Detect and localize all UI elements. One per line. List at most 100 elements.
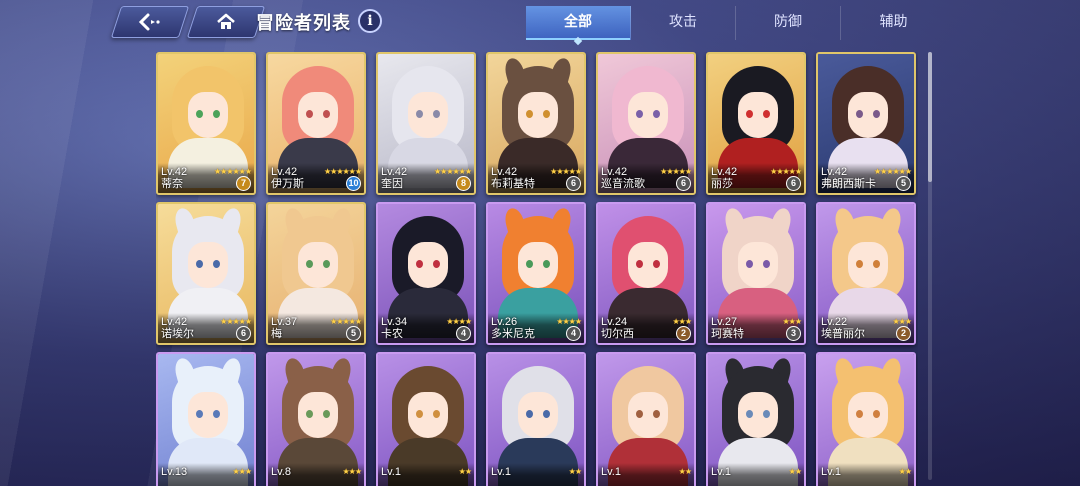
star-rating: ★★★★ — [446, 317, 472, 326]
face-shape — [518, 392, 558, 438]
eye-shape — [653, 110, 660, 118]
card-info-bar: Lv.1 ★★ — [598, 463, 694, 486]
tab-support[interactable]: 辅助 — [841, 6, 946, 40]
eye-shape — [746, 410, 753, 418]
card-info-bar: Lv.42 ★★★★★ 巡音流歌 6 — [598, 163, 694, 193]
rank-badge: 10 — [346, 176, 361, 191]
eye-shape — [433, 410, 440, 418]
top-bar: 冒险者列表 i 全部 攻击 防御 辅助 — [0, 0, 1080, 44]
adventurer-card[interactable]: Lv.42 ★★★★★★ 伊万斯 10 — [266, 52, 366, 195]
adventurer-card[interactable]: Lv.42 ★★★★★★ 奎因 8 — [376, 52, 476, 195]
rank-badge: 7 — [236, 176, 251, 191]
star-rating: ★★★★★★ — [213, 167, 252, 176]
eye-shape — [746, 260, 753, 268]
eye-shape — [763, 410, 770, 418]
eye-shape — [416, 260, 423, 268]
adventurer-card[interactable]: Lv.1 ★★ — [816, 352, 916, 486]
eye-shape — [856, 410, 863, 418]
eye-shape — [306, 260, 313, 268]
info-icon[interactable]: i — [358, 9, 382, 33]
level-label: Lv.1 — [821, 466, 841, 478]
eye-shape — [306, 110, 313, 118]
adventurer-card[interactable]: Lv.8 ★★★ — [266, 352, 366, 486]
adventurer-card[interactable]: Lv.37 ★★★★★ 梅 5 — [266, 202, 366, 345]
star-rating: ★★★★★ — [330, 317, 362, 326]
rank-badge: 4 — [456, 326, 471, 341]
star-rating: ★★★ — [892, 317, 911, 326]
card-info-bar: Lv.22 ★★★ 埃普丽尔 2 — [818, 313, 914, 343]
adventurer-card[interactable]: Lv.42 ★★★★★ 布莉基特 6 — [486, 52, 586, 195]
adventurer-card[interactable]: Lv.24 ★★★ 切尔西 2 — [596, 202, 696, 345]
adventurer-card[interactable]: Lv.42 ★★★★★ 诺埃尔 6 — [156, 202, 256, 345]
card-info-bar: Lv.42 ★★★★★ 丽莎 6 — [708, 163, 804, 193]
tab-attack[interactable]: 攻击 — [631, 6, 736, 40]
eye-shape — [636, 110, 643, 118]
adventurer-card[interactable]: Lv.1 ★★ — [486, 352, 586, 486]
eye-shape — [763, 260, 770, 268]
eye-shape — [323, 110, 330, 118]
star-rating: ★★★ — [342, 467, 361, 476]
star-rating: ★★★ — [672, 317, 691, 326]
card-info-bar: Lv.1 ★★ — [818, 463, 914, 486]
eye-shape — [196, 260, 203, 268]
star-rating: ★★★★★ — [660, 167, 692, 176]
card-info-bar: Lv.24 ★★★ 切尔西 2 — [598, 313, 694, 343]
adventurer-card[interactable]: Lv.1 ★★ — [596, 352, 696, 486]
card-info-bar: Lv.42 ★★★★★★ 伊万斯 10 — [268, 163, 364, 193]
home-icon — [217, 13, 235, 29]
adventurer-card[interactable]: Lv.42 ★★★★★ 丽莎 6 — [706, 52, 806, 195]
adventurer-name: 珂赛特 — [711, 327, 744, 340]
adventurer-card[interactable]: Lv.42 ★★★★★★ 弗朗西斯卡 5 — [816, 52, 916, 195]
card-info-bar: Lv.42 ★★★★★★ 弗朗西斯卡 5 — [818, 163, 914, 193]
star-rating: ★★★ — [782, 317, 801, 326]
card-info-bar: Lv.42 ★★★★★★ 蒂奈 7 — [158, 163, 254, 193]
adventurer-name: 切尔西 — [601, 327, 634, 340]
adventurer-card[interactable]: Lv.42 ★★★★★★ 蒂奈 7 — [156, 52, 256, 195]
rank-badge: 6 — [676, 176, 691, 191]
tab-defense[interactable]: 防御 — [736, 6, 841, 40]
card-info-bar: Lv.1 ★★ — [488, 463, 584, 486]
adventurer-card[interactable]: Lv.42 ★★★★★ 巡音流歌 6 — [596, 52, 696, 195]
eye-shape — [306, 410, 313, 418]
eye-shape — [526, 410, 533, 418]
home-button[interactable] — [186, 6, 266, 38]
eye-shape — [873, 260, 880, 268]
star-rating: ★★★★★★ — [873, 167, 912, 176]
eye-shape — [416, 410, 423, 418]
eye-shape — [196, 410, 203, 418]
card-info-bar: Lv.42 ★★★★★★ 奎因 8 — [378, 163, 474, 193]
face-shape — [628, 242, 668, 288]
adventurer-name: 多米尼克 — [491, 327, 535, 340]
card-info-bar: Lv.37 ★★★★★ 梅 5 — [268, 313, 364, 343]
face-shape — [738, 242, 778, 288]
adventurer-name: 布莉基特 — [491, 177, 535, 190]
face-shape — [518, 242, 558, 288]
back-arrow-icon — [138, 13, 160, 31]
card-info-bar: Lv.1 ★★ — [708, 463, 804, 486]
rank-badge: 6 — [566, 176, 581, 191]
eye-shape — [323, 260, 330, 268]
face-shape — [738, 92, 778, 138]
adventurer-name: 埃普丽尔 — [821, 327, 865, 340]
adventurer-card[interactable]: Lv.13 ★★★ — [156, 352, 256, 486]
star-rating: ★★★ — [232, 467, 251, 476]
star-rating: ★★★★★★ — [433, 167, 472, 176]
level-label: Lv.13 — [161, 466, 188, 478]
adventurer-card[interactable]: Lv.22 ★★★ 埃普丽尔 2 — [816, 202, 916, 345]
eye-shape — [213, 410, 220, 418]
adventurer-card[interactable]: Lv.26 ★★★★ 多米尼克 4 — [486, 202, 586, 345]
adventurer-card[interactable]: Lv.34 ★★★★ 卡农 4 — [376, 202, 476, 345]
tab-all[interactable]: 全部 — [526, 6, 631, 40]
face-shape — [408, 92, 448, 138]
face-shape — [408, 392, 448, 438]
adventurer-card[interactable]: Lv.27 ★★★ 珂赛特 3 — [706, 202, 806, 345]
adventurer-card[interactable]: Lv.1 ★★ — [376, 352, 476, 486]
scroll-thumb[interactable] — [928, 52, 932, 182]
rank-badge: 6 — [786, 176, 801, 191]
eye-shape — [856, 110, 863, 118]
filter-tabs: 全部 攻击 防御 辅助 — [526, 6, 946, 40]
back-button[interactable] — [110, 6, 190, 38]
eye-shape — [873, 410, 880, 418]
scrollbar[interactable] — [928, 52, 932, 480]
adventurer-card[interactable]: Lv.1 ★★ — [706, 352, 806, 486]
